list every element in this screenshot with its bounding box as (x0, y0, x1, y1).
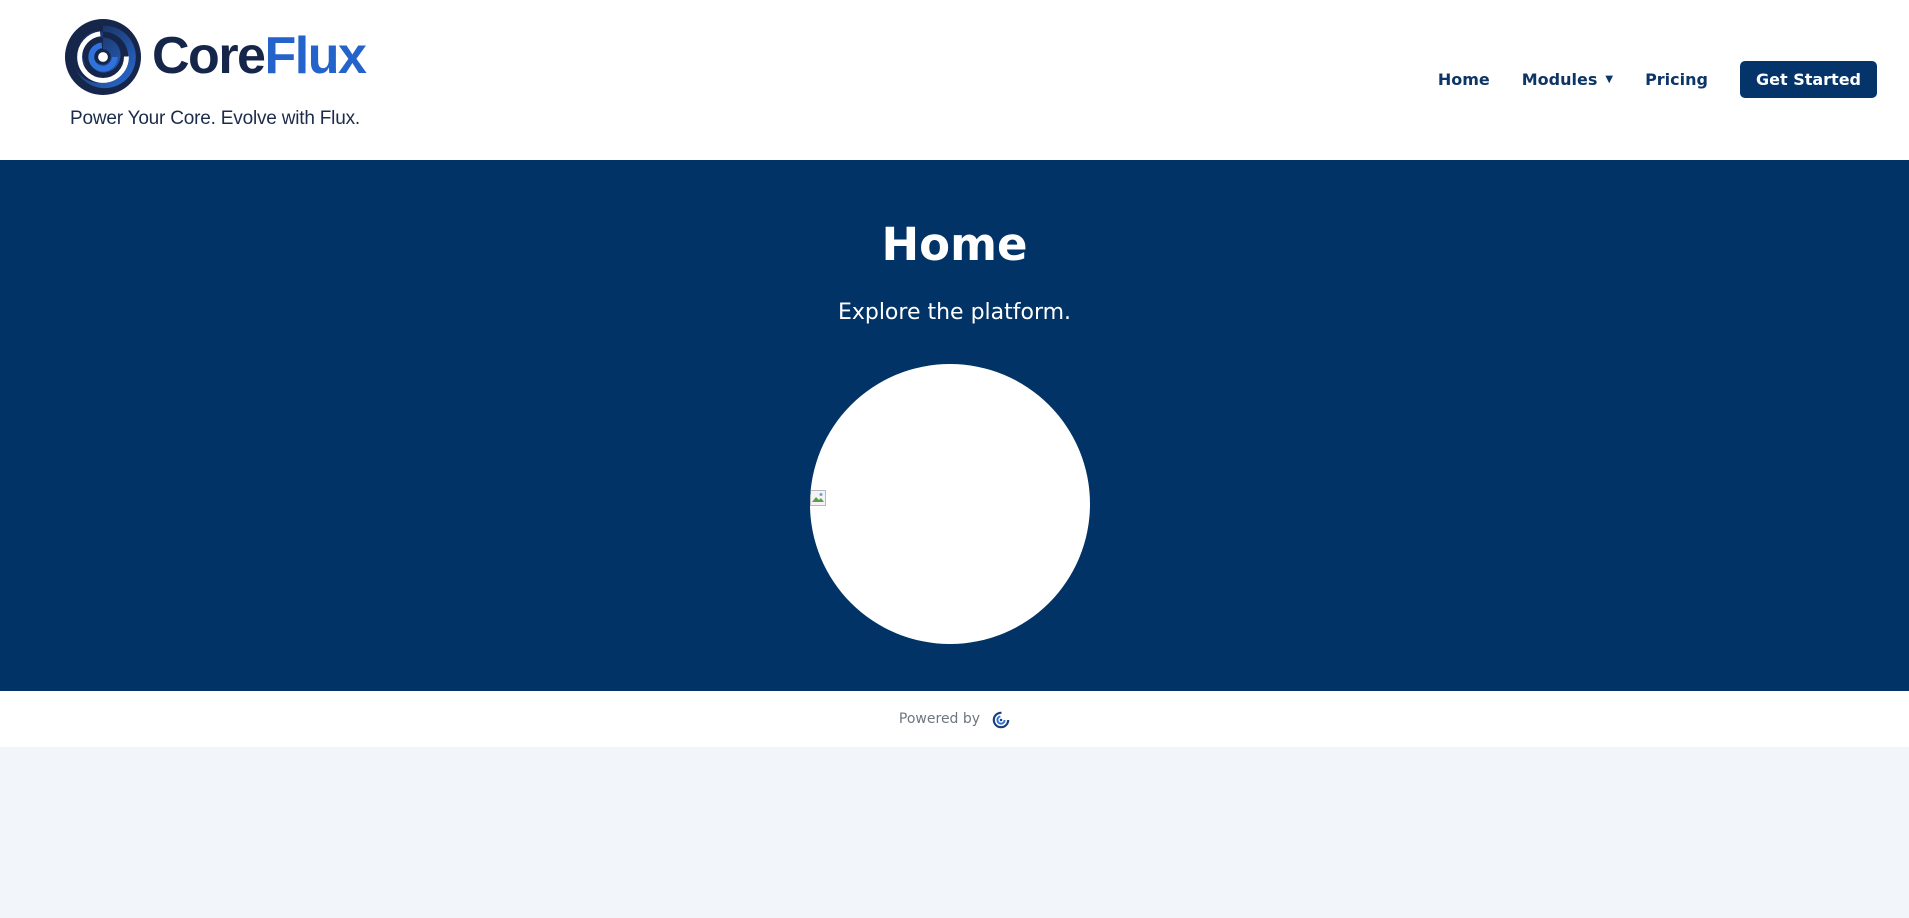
hero-section: Home Explore the platform. (0, 160, 1909, 691)
swirl-logo-icon[interactable] (992, 711, 1010, 729)
brand-wordmark: CoreFlux (152, 24, 367, 88)
page-background (0, 747, 1909, 918)
caret-down-icon: ▼ (1605, 73, 1614, 85)
nav-link-home[interactable]: Home (1438, 70, 1490, 89)
get-started-button[interactable]: Get Started (1739, 60, 1877, 98)
main-nav: Home Modules ▼ Pricing Get Started (1438, 60, 1877, 98)
swirl-logo-icon (64, 18, 142, 96)
nav-link-label: Modules (1521, 69, 1598, 89)
brand-name-flux: Flux (264, 27, 366, 85)
powered-by-text: Powered by (898, 711, 981, 727)
page-title: Home (881, 218, 1028, 271)
broken-image-icon (810, 490, 826, 506)
site-header: CoreFlux Power Your Core. Evolve with Fl… (0, 0, 1909, 160)
site-footer: Powered by (0, 691, 1909, 747)
brand-tagline: Power Your Core. Evolve with Flux. (70, 108, 360, 129)
nav-link-label: Home (1437, 69, 1490, 89)
hero-image-circle (810, 364, 1090, 644)
brand-logo[interactable]: CoreFlux Power Your Core. Evolve with Fl… (64, 18, 384, 133)
brand-name-core: Core (152, 27, 266, 85)
hero-subtitle: Explore the platform. (837, 300, 1072, 325)
nav-link-pricing[interactable]: Pricing (1645, 70, 1708, 89)
nav-link-modules[interactable]: Modules ▼ (1522, 70, 1613, 89)
nav-link-label: Pricing (1645, 69, 1708, 89)
